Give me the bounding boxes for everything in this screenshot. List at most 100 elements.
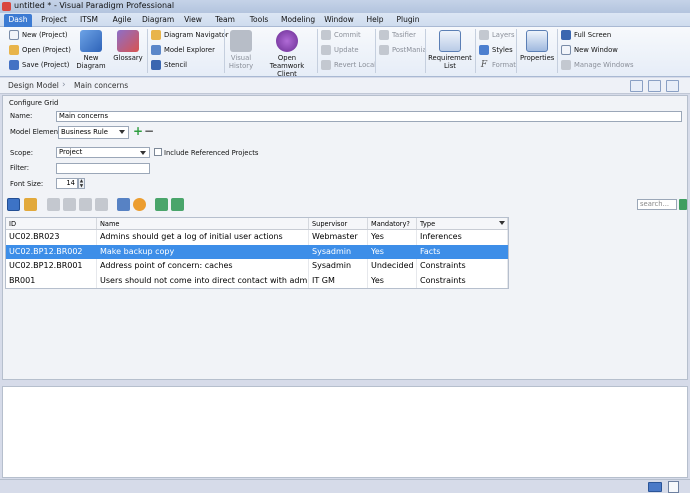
cell-supervisor: Sysadmin — [309, 244, 368, 259]
model-explorer-icon — [151, 45, 161, 55]
include-referenced-label: Include Referenced Projects — [164, 149, 259, 157]
menu-agile[interactable]: Agile — [108, 14, 136, 27]
manage-windows-icon — [561, 60, 571, 70]
name-input[interactable]: Main concerns — [56, 111, 682, 122]
scope-label: Scope: — [10, 149, 33, 157]
status-bar — [0, 479, 690, 493]
include-referenced-checkbox[interactable] — [154, 148, 162, 156]
column-config-icon[interactable] — [117, 198, 130, 211]
scope-select[interactable]: Project — [56, 147, 150, 158]
layers-button[interactable]: Layers — [479, 29, 515, 41]
postmania-button[interactable]: PostMania — [379, 44, 427, 56]
menu-diagram[interactable]: Diagram — [142, 14, 174, 27]
font-size-input[interactable]: 14 — [56, 178, 78, 189]
grid-view-icon[interactable] — [7, 198, 20, 211]
new-window-icon — [561, 45, 571, 55]
requirement-list-button[interactable]: Requirement List — [428, 30, 472, 70]
filter-input[interactable] — [56, 163, 150, 174]
format-button[interactable]: F Format — [479, 59, 516, 71]
properties-button[interactable]: Properties — [520, 30, 554, 62]
format-icon: F — [480, 60, 488, 70]
open-project-button[interactable]: Open (Project) — [9, 44, 71, 56]
menu-modeling[interactable]: Modeling — [281, 14, 315, 27]
table-row[interactable]: BR001 Users should not come into direct … — [6, 273, 508, 288]
table-row[interactable]: UC02.BR023 Admins should get a log of in… — [6, 230, 508, 245]
revert-local-button[interactable]: Revert Local — [321, 59, 376, 71]
refresh-icon[interactable] — [133, 198, 146, 211]
search-input[interactable]: search... — [637, 199, 677, 210]
paste-icon[interactable] — [63, 198, 76, 211]
font-size-spinner-icon[interactable]: ▲ ▼ — [78, 178, 85, 189]
cell-id: UC02.BR023 — [6, 230, 97, 245]
search-options-icon[interactable] — [679, 199, 687, 210]
column-header-type[interactable]: Type — [417, 218, 508, 229]
manage-windows-button[interactable]: Manage Windows — [561, 59, 634, 71]
menu-itsm[interactable]: ITSM — [76, 14, 102, 27]
properties-icon — [526, 30, 548, 52]
menu-plugin[interactable]: Plugin — [394, 14, 422, 27]
new-project-button[interactable]: New (Project) — [9, 29, 68, 41]
back-icon[interactable] — [630, 80, 643, 92]
menu-team[interactable]: Team — [212, 14, 238, 27]
new-diagram-icon — [80, 30, 102, 52]
table-row-selected[interactable]: UC02.BP12.BR002 Make backup copy Sysadmi… — [6, 244, 508, 259]
open-spec-icon[interactable] — [24, 198, 37, 211]
message-pane[interactable] — [2, 386, 688, 478]
stencil-button[interactable]: Stencil — [151, 59, 187, 71]
copy-icon[interactable] — [47, 198, 60, 211]
column-header-mandatory[interactable]: Mandatory? — [368, 218, 417, 229]
cell-mandatory: Undecided — [368, 259, 417, 274]
document-icon[interactable] — [668, 481, 679, 493]
new-diagram-button[interactable]: New Diagram — [76, 30, 106, 70]
menu-project[interactable]: Project — [38, 14, 70, 27]
cell-type: Inferences — [417, 230, 508, 245]
model-explorer-button[interactable]: Model Explorer — [151, 44, 215, 56]
diagram-navigator-button[interactable]: Diagram Navigator — [151, 29, 229, 41]
breadcrumb-main-concerns[interactable]: Main concerns — [70, 80, 132, 92]
configure-grid-title: Configure Grid — [9, 99, 59, 107]
full-screen-button[interactable]: Full Screen — [561, 29, 611, 41]
table-row[interactable]: UC02.BP12.BR001 Address point of concern… — [6, 259, 508, 274]
delete-icon[interactable] — [95, 198, 108, 211]
menu-view[interactable]: View — [181, 14, 205, 27]
tasifier-button[interactable]: Tasifier — [379, 29, 416, 41]
menu-dash[interactable]: Dash — [4, 14, 32, 27]
cell-supervisor: Webmaster — [309, 230, 368, 245]
mail-icon[interactable] — [648, 482, 662, 492]
menu-tools[interactable]: Tools — [245, 14, 273, 27]
column-header-name[interactable]: Name — [97, 218, 309, 229]
visual-history-button[interactable]: Visual History — [228, 30, 254, 70]
cell-name: Address point of concern: caches — [97, 259, 309, 274]
diagram-options-icon[interactable] — [666, 80, 679, 92]
grid-header: ID Name Supervisor Mandatory? Type — [6, 218, 508, 230]
ribbon: New (Project) Open (Project) Save (Proje… — [0, 27, 690, 78]
duplicate-icon[interactable] — [79, 198, 92, 211]
new-window-button[interactable]: New Window — [561, 44, 618, 56]
revert-icon — [321, 60, 331, 70]
open-teamwork-client-button[interactable]: Open Teamwork Client — [260, 30, 314, 78]
breadcrumb-design-model[interactable]: Design Model — [4, 80, 63, 92]
styles-button[interactable]: Styles — [479, 44, 513, 56]
glossary-button[interactable]: Glossary — [113, 30, 143, 62]
export-excel-icon[interactable] — [155, 198, 168, 211]
remove-icon[interactable]: − — [144, 124, 154, 138]
cell-name: Make backup copy — [97, 244, 309, 259]
column-header-supervisor[interactable]: Supervisor — [309, 218, 368, 229]
font-size-label: Font Size: — [10, 180, 44, 188]
add-icon[interactable]: + — [133, 124, 143, 138]
cell-supervisor: IT GM — [309, 273, 368, 288]
styles-icon — [479, 45, 489, 55]
title-bar: untitled * - Visual Paradigm Professiona… — [0, 0, 690, 13]
column-header-id[interactable]: ID — [6, 218, 97, 229]
import-excel-icon[interactable] — [171, 198, 184, 211]
requirement-list-icon — [439, 30, 461, 52]
cell-mandatory: Yes — [368, 244, 417, 259]
update-button[interactable]: Update — [321, 44, 359, 56]
menu-window[interactable]: Window — [322, 14, 356, 27]
commit-button[interactable]: Commit — [321, 29, 361, 41]
full-screen-icon — [561, 30, 571, 40]
save-project-button[interactable]: Save (Project) — [9, 59, 69, 71]
menu-help[interactable]: Help — [363, 14, 387, 27]
layout-icon[interactable] — [648, 80, 661, 92]
model-element-select[interactable]: Business Rule — [58, 126, 129, 139]
